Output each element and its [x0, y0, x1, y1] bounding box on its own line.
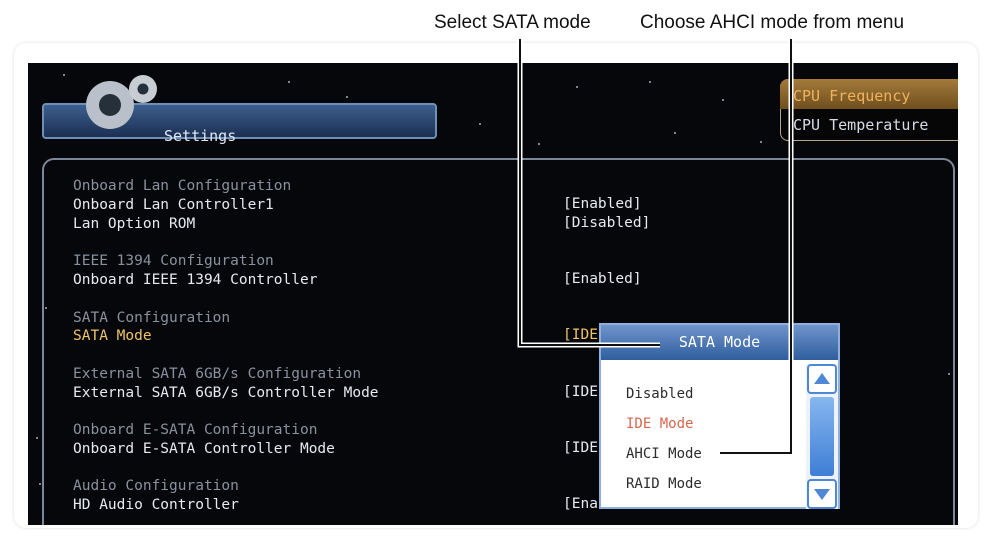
callout-lines — [517, 39, 794, 456]
